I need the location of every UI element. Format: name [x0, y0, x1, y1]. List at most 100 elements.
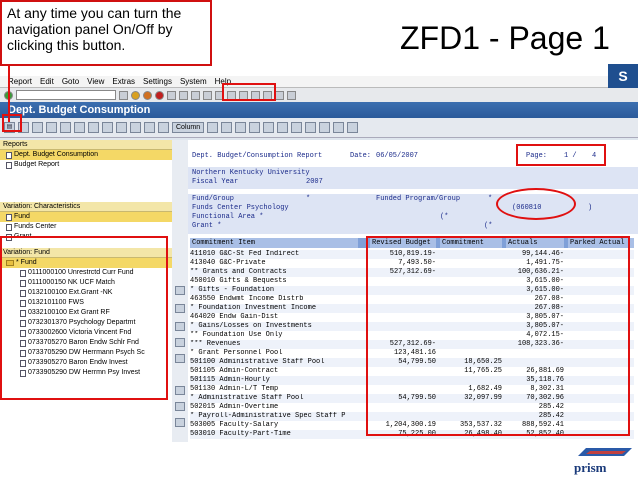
drilldown-icon[interactable]	[175, 338, 185, 347]
report-item[interactable]: Dept. Budget Consumption	[0, 150, 172, 160]
menu-report[interactable]: Report	[8, 77, 32, 86]
fund-item[interactable]: 0111000100 Unrestrctd Curr Fund	[0, 268, 172, 278]
fund-item[interactable]: 0733705290 DW Herrmann Psych Sc	[0, 348, 172, 358]
print-icon[interactable]	[167, 90, 176, 100]
save-list-icon[interactable]	[319, 122, 331, 133]
table-row[interactable]: *** Revenues 527,312.69- 108,323.36-	[190, 340, 634, 349]
fund-item[interactable]: 0733905270 Baron Endw Invest	[0, 358, 172, 368]
sort-desc-icon[interactable]	[60, 122, 71, 133]
find-next-icon[interactable]	[191, 90, 200, 100]
table-row[interactable]: 501100 Administrative Staff Pool 54,799.5…	[190, 358, 634, 367]
col-parked-actual[interactable]: Parked Actual	[568, 238, 634, 248]
fund-item[interactable]: 0733705270 Baron Endw Schlr Fnd	[0, 338, 172, 348]
col-commitment[interactable]: Commitment	[440, 238, 502, 248]
menu-system[interactable]: System	[180, 77, 207, 86]
table-row[interactable]: 463550 Endwmt Income Distrb 267.08-	[190, 295, 634, 304]
previous-page-icon[interactable]	[215, 90, 224, 100]
word-icon[interactable]	[291, 122, 303, 133]
layout-icon[interactable]	[287, 90, 296, 100]
table-row[interactable]: * Payroll-Administrative Spec Staff P 285…	[190, 412, 634, 421]
table-row[interactable]: 502015 Admin-Overtime 285.42	[190, 403, 634, 412]
table-row[interactable]: * Foundation Investment Income 267.08-	[190, 304, 634, 313]
table-row[interactable]: * Grant Personnel Pool 123,481.16	[190, 349, 634, 358]
fund-item[interactable]: 0732301370 Psychology Departmt	[0, 318, 172, 328]
col-actuals[interactable]: Actuals	[506, 238, 564, 248]
table-row[interactable]: 464020 Endw Gain-Dist 3,805.07-	[190, 313, 634, 322]
filter-icon[interactable]	[74, 122, 85, 133]
next-page-icon[interactable]	[227, 90, 236, 100]
drilldown-icon[interactable]	[175, 322, 185, 331]
menu-view[interactable]: View	[87, 77, 104, 86]
table-row[interactable]: 501115 Admin-Hourly 35,118.76	[190, 376, 634, 385]
find-icon[interactable]	[179, 90, 188, 100]
col-revised-budget[interactable]: Revised Budget	[370, 238, 436, 248]
table-row[interactable]: 503005 Faculty-Salary 1,204,300.19 353,537…	[190, 421, 634, 430]
fund-item[interactable]: 0111000150 NK UCF Match	[0, 278, 172, 288]
menu-extras[interactable]: Extras	[112, 77, 135, 86]
first-page-icon[interactable]	[203, 90, 212, 100]
fund-item[interactable]: 0733905290 DW Herrmn Psy Invest	[0, 368, 172, 378]
next-column-icon[interactable]	[235, 122, 247, 133]
collapse-icon[interactable]	[130, 122, 141, 133]
characteristic-item[interactable]: Fund	[0, 212, 172, 222]
select-icon[interactable]	[18, 122, 29, 133]
new-session-icon[interactable]	[251, 90, 260, 100]
details-icon[interactable]	[32, 122, 43, 133]
table-row[interactable]: 503010 Faculty-Part-Time 75,225.00 26,498.…	[190, 430, 634, 439]
table-row[interactable]: 411010 G&C-St Fed Indirect 510,819.19- 99,…	[190, 250, 634, 259]
variant-icon[interactable]	[333, 122, 345, 133]
fund-root-item[interactable]: * Fund	[0, 258, 172, 268]
drilldown-icon[interactable]	[175, 304, 185, 313]
graphic-icon[interactable]	[144, 122, 155, 133]
first-column-icon[interactable]	[207, 122, 219, 133]
export-icon[interactable]	[263, 122, 275, 133]
drilldown-icon[interactable]	[175, 402, 185, 411]
settings-icon[interactable]	[347, 122, 359, 133]
spreadsheet-icon[interactable]	[277, 122, 289, 133]
save-icon[interactable]	[119, 90, 128, 100]
report-item[interactable]: Budget Report	[0, 160, 172, 170]
last-column-icon[interactable]	[249, 122, 261, 133]
col-commitment-item[interactable]: Commitment Item	[190, 238, 358, 248]
drilldown-icon[interactable]	[175, 386, 185, 395]
characteristic-item[interactable]: Funds Center	[0, 222, 172, 232]
help-icon[interactable]	[275, 90, 284, 100]
menu-help[interactable]: Help	[215, 77, 231, 86]
table-row[interactable]: 501130 Admin-L/T Temp 1,682.49 8,302.31	[190, 385, 634, 394]
table-row[interactable]: * Gifts - Foundation 3,615.00-	[190, 286, 634, 295]
table-row[interactable]: * Administrative Staff Pool 54,799.50 32,0…	[190, 394, 634, 403]
menu-edit[interactable]: Edit	[40, 77, 54, 86]
fund-item[interactable]: 0132101100 FWS	[0, 298, 172, 308]
drilldown-icon[interactable]	[175, 286, 185, 295]
last-page-icon[interactable]	[239, 90, 248, 100]
column-left-icon[interactable]	[158, 122, 169, 133]
exit-icon[interactable]	[143, 90, 152, 100]
fund-item[interactable]: 0132100100 Ext.Grant -NK	[0, 288, 172, 298]
drilldown-icon[interactable]	[175, 354, 185, 363]
drilldown-icon[interactable]	[175, 418, 185, 427]
cancel-icon[interactable]	[155, 90, 164, 100]
sum-icon[interactable]	[88, 122, 99, 133]
table-row[interactable]: ** Foundation Use Only 4,072.15-	[190, 331, 634, 340]
prev-column-icon[interactable]	[221, 122, 233, 133]
shortcut-icon[interactable]	[263, 90, 272, 100]
table-row[interactable]: 413040 G&C-Private 7,493.50- 1,491.75-	[190, 259, 634, 268]
table-row[interactable]: * Gains/Losses on Investments 3,805.07-	[190, 322, 634, 331]
menu-settings[interactable]: Settings	[143, 77, 172, 86]
characteristic-item[interactable]: Grant	[0, 232, 172, 242]
table-row[interactable]: 450010 Gifts & Bequests 3,615.00-	[190, 277, 634, 286]
command-field[interactable]	[16, 90, 116, 100]
table-row[interactable]: ** Grants and Contracts 527,312.69- 100,63…	[190, 268, 634, 277]
navigation-toggle-icon[interactable]: ▤	[4, 122, 15, 133]
column-button[interactable]: Column	[172, 122, 205, 133]
standard-toolbar	[0, 88, 638, 102]
sort-asc-icon[interactable]	[46, 122, 57, 133]
back-icon[interactable]	[131, 90, 140, 100]
fund-item[interactable]: 0733002600 Victoria Vincent Fnd	[0, 328, 172, 338]
menu-goto[interactable]: Goto	[62, 77, 79, 86]
fund-item[interactable]: 0332100100 Ext Grant RF	[0, 308, 172, 318]
subtotal-icon[interactable]	[102, 122, 113, 133]
expand-icon[interactable]	[116, 122, 127, 133]
mail-icon[interactable]	[305, 122, 317, 133]
table-row[interactable]: 501105 Admin-Contract 11,765.25 26,881.69	[190, 367, 634, 376]
